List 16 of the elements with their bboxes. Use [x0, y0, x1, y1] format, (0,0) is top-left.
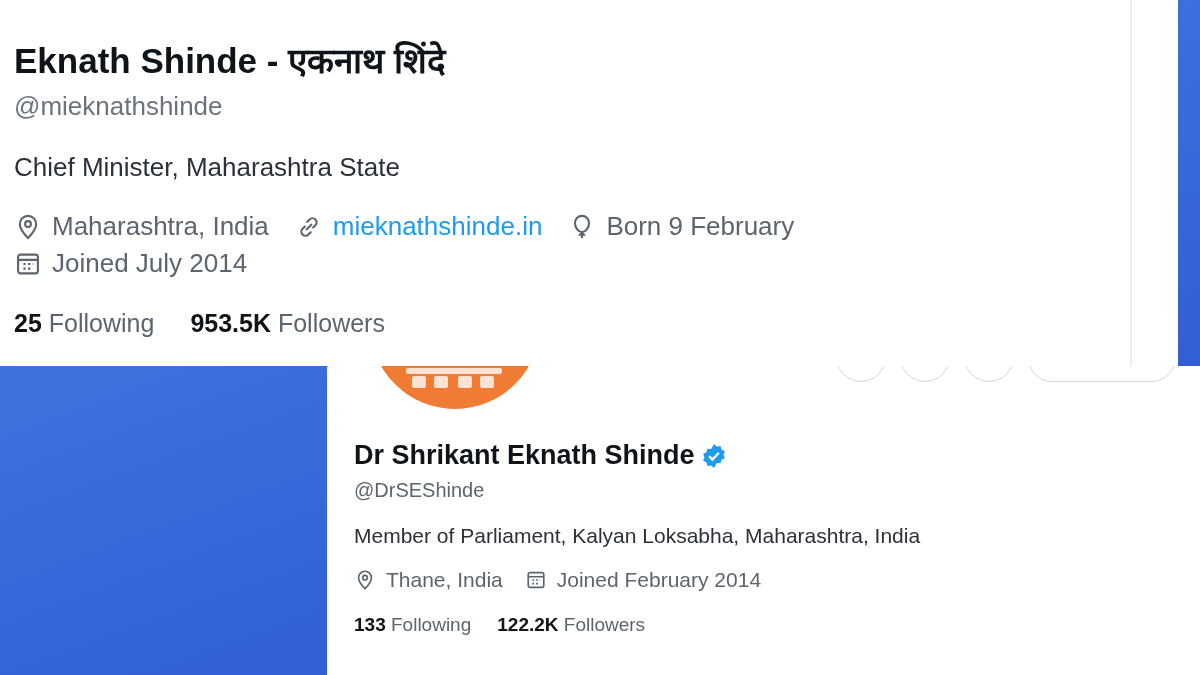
profile-bio: Chief Minister, Maharashtra State [14, 152, 401, 183]
profile-name: Eknath Shinde - एकनाथ शिंदे [14, 40, 446, 82]
profile-handle: @mieknathshinde [14, 91, 224, 122]
profile-name: Dr Shrikant Eknath Shinde [354, 440, 695, 471]
stat-link[interactable]: 122.2K Followers [497, 614, 646, 635]
profile-detail: Maharashtra, India [52, 211, 269, 242]
profile-detail: Joined February 2014 [556, 568, 762, 592]
profile-handle: @DrSEShinde [354, 479, 486, 502]
stat-link[interactable]: 953.5K Followers [190, 309, 385, 337]
profile-detail: Born 9 February [606, 211, 795, 242]
stat-link[interactable]: 25 Following [14, 309, 155, 337]
calendar-icon [524, 569, 547, 591]
stat-link[interactable]: 133 Following [354, 614, 472, 635]
profile-detail: Joined July 2014 [52, 248, 248, 279]
profile-bio: Member of Parliament, Kalyan Loksabha, Maharashtra, India [354, 524, 922, 548]
profile-detail: Thane, India [386, 568, 503, 592]
